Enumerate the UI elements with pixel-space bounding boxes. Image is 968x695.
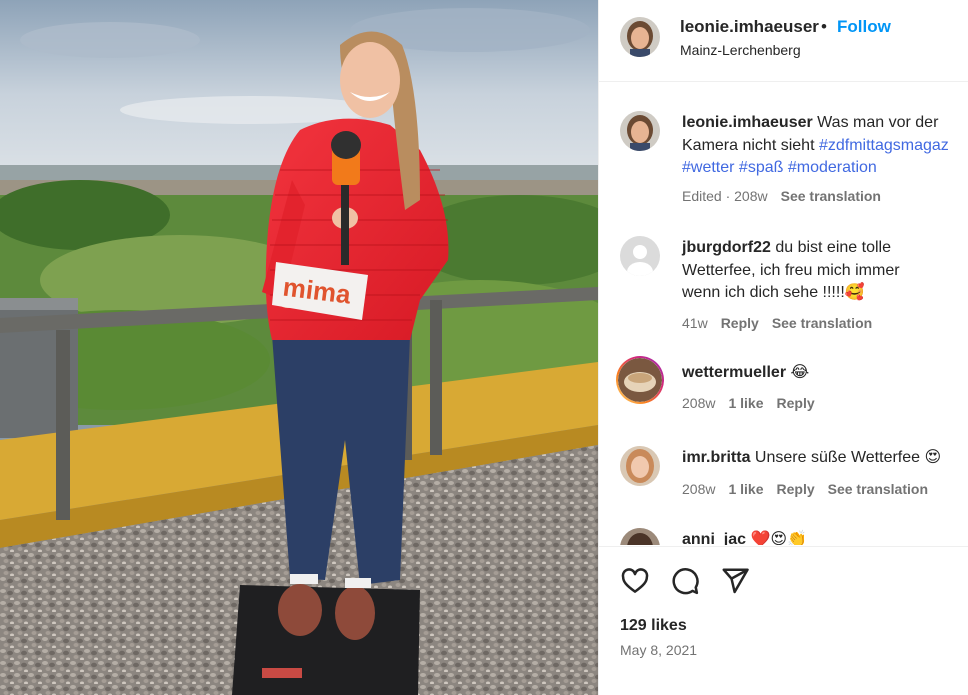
comment-age: 208w [682, 481, 716, 497]
photo-scene: mima [0, 0, 598, 695]
comment-username[interactable]: imr.britta [682, 449, 750, 466]
heart-icon[interactable] [620, 566, 650, 596]
comment-age: 208w [682, 395, 716, 411]
comment-username[interactable]: jburgdorf22 [682, 239, 771, 256]
comment-text: wettermueller 😂 [682, 362, 968, 385]
comment-likes[interactable]: 1 like [728, 481, 763, 497]
hashtag-zdfmittagsmagazin[interactable]: #zdfmittagsmagaz [819, 137, 949, 154]
post-actions: 129 likes May 8, 2021 [599, 546, 968, 695]
comment-line: ❤️😍👏 [750, 531, 808, 545]
comment-avatar-story[interactable] [616, 356, 664, 404]
comment-text: jburgdorf22 du bist eine tolle Wetterfee… [682, 237, 968, 305]
comment-text: imr.britta Unsere süße Wetterfee 😍 [682, 447, 968, 470]
caption-text: leonie.imhaeuser Was man vor der Kamera … [682, 112, 968, 180]
comment-username[interactable]: wettermueller [682, 364, 786, 381]
author-username[interactable]: leonie.imhaeuser [680, 17, 819, 37]
post-header: leonie.imhaeuser • Follow Mainz-Lerchenb… [599, 0, 968, 82]
see-translation-button[interactable]: See translation [772, 315, 872, 331]
caption-see-translation[interactable]: See translation [781, 188, 881, 204]
caption-avatar[interactable] [620, 111, 660, 151]
caption-line-2: Kamera nicht sieht [682, 136, 819, 154]
comment-line: Wetterfee, ich freu mich immer [682, 261, 900, 279]
likes-count[interactable]: 129 likes [620, 617, 687, 635]
hashtag-spass[interactable]: #spaß [739, 159, 783, 176]
post-photo[interactable]: mima [0, 0, 598, 695]
caption-edited-age: Edited · 208w [682, 188, 768, 204]
comment-bubble-icon[interactable] [670, 566, 700, 596]
caption-line-1: Was man vor der [817, 114, 939, 131]
comment-meta: 208w 1 like Reply See translation [682, 481, 941, 497]
comments-list[interactable]: leonie.imhaeuser Was man vor der Kamera … [599, 83, 968, 545]
comment-text: anni_jac ❤️😍👏 [682, 529, 968, 545]
caption-meta: Edited · 208w See translation [682, 188, 894, 204]
comment-meta: 41w Reply See translation [682, 315, 885, 331]
comment-line: Unsere süße Wetterfee 😍 [754, 449, 942, 466]
follow-button[interactable]: Follow [837, 17, 891, 37]
comment-age: 41w [682, 315, 708, 331]
author-avatar[interactable] [620, 17, 660, 57]
post-location[interactable]: Mainz-Lerchenberg [680, 42, 801, 58]
post-date[interactable]: May 8, 2021 [620, 642, 697, 658]
comment-line: du bist eine tolle [775, 239, 891, 256]
post-side-panel: leonie.imhaeuser • Follow Mainz-Lerchenb… [598, 0, 968, 695]
hashtag-moderation[interactable]: #moderation [788, 159, 877, 176]
comment-username[interactable]: anni_jac [682, 531, 746, 545]
comment-meta: 208w 1 like Reply [682, 395, 828, 411]
comment-likes[interactable]: 1 like [728, 395, 763, 411]
header-separator: • [821, 17, 827, 36]
comment-line: 😂 [790, 364, 810, 381]
comment-avatar-default[interactable] [620, 236, 660, 276]
reply-button[interactable]: Reply [777, 481, 815, 497]
reply-button[interactable]: Reply [777, 395, 815, 411]
caption-username[interactable]: leonie.imhaeuser [682, 114, 813, 131]
comment-line: wenn ich dich sehe !!!!!🥰 [682, 284, 865, 301]
paper-plane-icon[interactable] [720, 566, 750, 596]
see-translation-button[interactable]: See translation [828, 481, 928, 497]
comment-avatar[interactable] [620, 446, 660, 486]
reply-button[interactable]: Reply [721, 315, 759, 331]
comment-avatar[interactable] [620, 528, 660, 545]
hashtag-wetter[interactable]: #wetter [682, 159, 734, 176]
